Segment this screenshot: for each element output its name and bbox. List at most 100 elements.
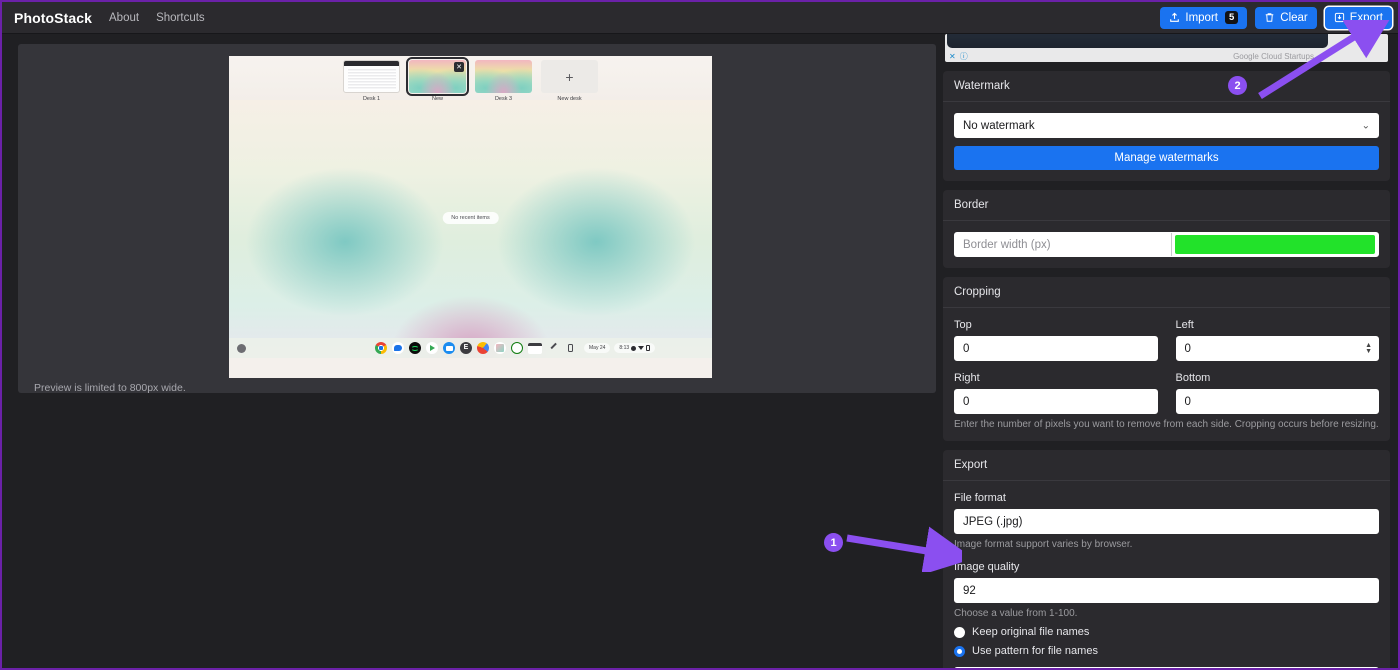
desktop-wallpaper: No recent items E May 24 8:13	[229, 100, 712, 358]
desk-item[interactable]: Desk 3	[475, 60, 532, 102]
file-format-label: File format	[954, 492, 1006, 504]
app-window: PhotoStack About Shortcuts Import 5 Clea…	[0, 0, 1400, 670]
callout-badge-1: 1	[824, 533, 843, 552]
slides-icon[interactable]	[477, 342, 489, 354]
export-section: Export File format JPEG (.jpg) Image for…	[943, 450, 1390, 668]
crop-left-wrap: 0 ▲ ▼	[1175, 336, 1379, 361]
crop-right-input[interactable]: 0	[954, 389, 1158, 414]
pen-icon[interactable]	[547, 342, 559, 354]
crop-right-label: Right	[954, 372, 980, 384]
radio-use-pattern[interactable]: Use pattern for file names	[954, 645, 1379, 657]
phone-icon[interactable]	[564, 342, 576, 354]
ad-close-icon[interactable]: ✕	[949, 52, 956, 61]
launcher-icon[interactable]	[237, 343, 246, 353]
watermark-select[interactable]: No watermark	[954, 113, 1379, 138]
shelf-status-tray[interactable]: 8:13	[614, 343, 655, 353]
border-body: Border width (px)	[943, 221, 1390, 268]
import-label: Import	[1185, 11, 1218, 24]
preview-image[interactable]: Desk 1 ✕ New Desk 3 + New desk No recent…	[229, 56, 712, 378]
crop-bottom-input[interactable]: 0	[1175, 389, 1379, 414]
manage-watermarks-button[interactable]: Manage watermarks	[954, 146, 1379, 170]
desk-thumbnail[interactable]	[343, 60, 400, 93]
ad-label: Google Cloud Startups	[1233, 52, 1314, 61]
desk-thumbnail[interactable]: ✕	[406, 57, 469, 96]
export-body: File format JPEG (.jpg) Image format sup…	[943, 481, 1390, 668]
file-format-select[interactable]: JPEG (.jpg)	[954, 509, 1379, 534]
cropping-grid: Top 0 Left 0 ▲ ▼ Right 0 Bottom 0	[954, 319, 1379, 414]
import-count-badge: 5	[1224, 10, 1239, 25]
add-desk-icon[interactable]: +	[541, 60, 598, 93]
preview-pane: Desk 1 ✕ New Desk 3 + New desk No recent…	[4, 34, 941, 668]
image-quality-input[interactable]: 92	[954, 578, 1379, 603]
crop-left-group: Left 0 ▲ ▼	[1175, 319, 1379, 361]
toolbar-actions: Import 5 Clear Export	[1160, 6, 1398, 29]
ad-image[interactable]	[947, 34, 1328, 48]
top-toolbar: PhotoStack About Shortcuts Import 5 Clea…	[2, 2, 1398, 34]
radio-keep-original[interactable]: Keep original file names	[954, 626, 1379, 638]
chat-icon[interactable]	[392, 342, 404, 354]
cropping-help: Enter the number of pixels you want to r…	[954, 419, 1379, 430]
watermark-select-wrap: No watermark ⌄	[954, 113, 1379, 138]
crop-right-group: Right 0	[954, 372, 1158, 414]
shelf-status-area[interactable]: May 24 8:13	[584, 343, 655, 353]
nav-shortcuts[interactable]: Shortcuts	[156, 12, 205, 24]
desk-item[interactable]: ✕ New	[406, 57, 469, 102]
export-title: Export	[943, 450, 1390, 481]
cropping-body: Top 0 Left 0 ▲ ▼ Right 0 Bottom 0 Enter …	[943, 308, 1390, 441]
explore-icon[interactable]: E	[460, 342, 472, 354]
crop-top-input[interactable]: 0	[954, 336, 1158, 361]
crop-left-label: Left	[1175, 319, 1194, 331]
no-recent-items-chip: No recent items	[442, 212, 499, 224]
crop-left-input[interactable]: 0	[1175, 336, 1379, 361]
radio-keep-original-label: Keep original file names	[972, 626, 1090, 638]
new-desk-item[interactable]: + New desk	[541, 60, 598, 102]
radio-icon-selected[interactable]	[954, 645, 965, 657]
watermark-section: Watermark No watermark ⌄ Manage watermar…	[943, 71, 1390, 181]
border-title: Border	[943, 190, 1390, 221]
crop-top-label: Top	[954, 319, 972, 331]
battery-icon	[646, 345, 650, 351]
upload-icon	[1169, 12, 1180, 23]
wifi-icon	[638, 346, 645, 350]
ad-banner: ✕ ⓘ Google Cloud Startups	[945, 34, 1388, 62]
photos-icon[interactable]	[494, 342, 506, 354]
nav-about[interactable]: About	[109, 12, 139, 24]
watermark-body: No watermark ⌄ Manage watermarks	[943, 102, 1390, 181]
ad-info-icon[interactable]: ⓘ	[960, 52, 968, 61]
shelf-date[interactable]: May 24	[584, 343, 611, 353]
watermark-title: Watermark	[943, 71, 1390, 102]
clear-label: Clear	[1280, 11, 1308, 24]
spotify-icon[interactable]	[409, 342, 421, 354]
border-section: Border Border width (px)	[943, 190, 1390, 268]
download-icon	[1334, 12, 1345, 23]
shelf: E May 24 8:13	[229, 338, 712, 358]
radio-use-pattern-label: Use pattern for file names	[972, 645, 1098, 657]
number-spinner-icon[interactable]: ▲ ▼	[1365, 341, 1372, 354]
border-color-swatch[interactable]	[1175, 235, 1375, 254]
terminal-icon[interactable]	[528, 342, 542, 354]
settings-panel: ✕ ⓘ Google Cloud Startups Watermark No w…	[937, 34, 1396, 668]
border-color-picker[interactable]	[1172, 233, 1378, 256]
play-store-icon[interactable]	[426, 342, 438, 354]
network-icon	[631, 345, 637, 351]
border-row: Border width (px)	[954, 232, 1379, 257]
desk-list: Desk 1 ✕ New Desk 3 + New desk	[343, 57, 598, 102]
shelf-time: 8:13	[619, 345, 630, 351]
app-brand: PhotoStack	[14, 9, 93, 26]
chrome-icon[interactable]	[375, 342, 387, 354]
radio-icon[interactable]	[954, 626, 965, 638]
export-button[interactable]: Export	[1324, 6, 1392, 29]
files-icon[interactable]	[443, 342, 455, 354]
import-button[interactable]: Import 5	[1160, 6, 1248, 29]
xbox-icon[interactable]	[511, 342, 523, 354]
desk-close-icon[interactable]: ✕	[454, 62, 464, 72]
desk-thumbnail[interactable]	[475, 60, 532, 93]
cropping-section: Cropping Top 0 Left 0 ▲ ▼ Right 0 Bottom…	[943, 277, 1390, 441]
image-quality-label: Image quality	[954, 561, 1020, 573]
trash-icon	[1264, 12, 1275, 23]
crop-top-group: Top 0	[954, 319, 1158, 361]
clear-button[interactable]: Clear	[1255, 6, 1317, 29]
desk-item[interactable]: Desk 1	[343, 60, 400, 102]
border-width-input[interactable]: Border width (px)	[955, 233, 1172, 256]
crop-bottom-label: Bottom	[1175, 372, 1211, 384]
